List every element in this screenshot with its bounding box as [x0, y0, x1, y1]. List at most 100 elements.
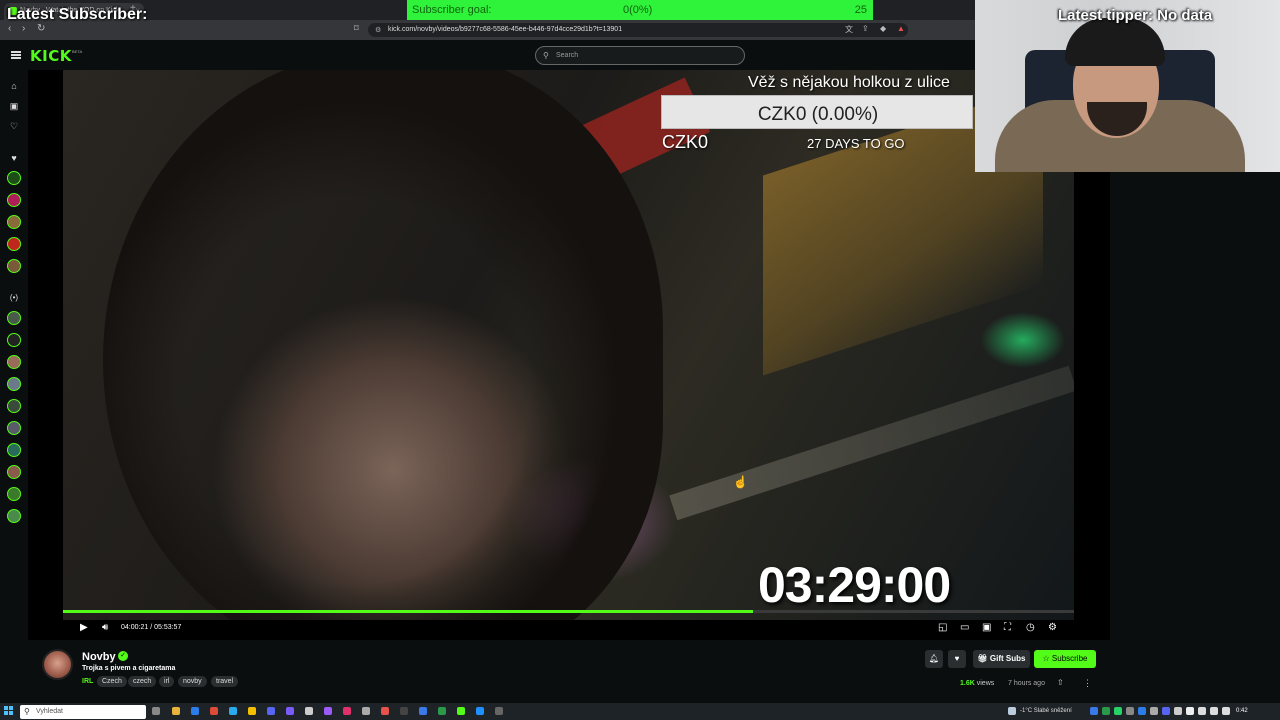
favorites-heart-icon[interactable]: ♥ — [8, 153, 20, 165]
volume-tray-icon[interactable] — [1198, 707, 1206, 715]
tray-icon[interactable] — [1090, 707, 1098, 715]
video-progress-bar[interactable] — [63, 610, 1074, 613]
file-explorer-icon[interactable] — [172, 707, 180, 715]
subscribe-button[interactable]: ☆ Subscribe — [1034, 650, 1096, 668]
share-page-icon[interactable]: ⇪ — [862, 24, 869, 33]
channel-avatar[interactable] — [7, 487, 21, 501]
category-link[interactable]: IRL — [82, 678, 93, 685]
telegram-icon[interactable] — [229, 707, 237, 715]
volume-icon[interactable]: 🔊︎ — [102, 622, 108, 633]
notification-bell-button[interactable]: 🔔︎ — [925, 650, 943, 668]
extension-icon[interactable]: ▲ — [897, 24, 905, 33]
channel-avatar[interactable] — [7, 509, 21, 523]
url-field[interactable]: ⚙ kick.com/novby/videos/b9277c68-5586-45… — [368, 23, 908, 37]
search-icon: ⚲ — [24, 707, 30, 716]
channel-avatar[interactable] — [7, 443, 21, 457]
taskbar-clock[interactable]: 0:42 — [1236, 708, 1248, 714]
weather-icon[interactable] — [1008, 707, 1016, 715]
taskbar-search-input[interactable]: ⚲ Vyhledat — [20, 705, 146, 719]
channel-avatar[interactable] — [7, 193, 21, 207]
bookmark-icon[interactable]: ⌑ — [354, 23, 359, 34]
tray-icon[interactable] — [1102, 707, 1110, 715]
taskbar-app-icon[interactable] — [324, 707, 332, 715]
following-icon[interactable]: ♡ — [8, 121, 20, 133]
miniplayer-icon[interactable]: ◱ — [938, 622, 947, 633]
kick-logo[interactable]: KICK — [30, 47, 72, 65]
translate-icon[interactable]: 文 — [845, 24, 853, 35]
channel-avatar[interactable] — [7, 377, 21, 391]
channel-avatar[interactable] — [7, 259, 21, 273]
tag[interactable]: travel — [211, 676, 239, 687]
streamer-name[interactable]: Novby — [82, 651, 116, 663]
wifi-icon[interactable] — [1186, 707, 1194, 715]
channel-avatar[interactable] — [7, 355, 21, 369]
settings-gear-icon[interactable]: ⚙ — [1048, 622, 1057, 633]
tag[interactable]: czech — [128, 676, 157, 687]
discord-icon[interactable] — [267, 707, 275, 715]
latest-subscriber-overlay: Latest Subscriber: — [7, 6, 148, 23]
play-icon[interactable]: ▶ — [80, 622, 88, 633]
fullscreen-icon[interactable]: ⛶ — [1004, 622, 1011, 633]
tray-icon[interactable] — [1150, 707, 1158, 715]
task-view-icon[interactable] — [152, 707, 160, 715]
tag[interactable]: irl — [159, 676, 175, 687]
channel-avatar[interactable] — [7, 237, 21, 251]
taskbar-weather[interactable]: -1°C Slabé sněžení — [1020, 708, 1072, 714]
reload-icon[interactable]: ↻ — [37, 23, 45, 34]
tray-icon[interactable] — [1222, 707, 1230, 715]
channel-avatar[interactable] — [7, 399, 21, 413]
more-options-icon[interactable]: ⋮ — [1083, 678, 1092, 689]
brave-browser-icon[interactable] — [381, 707, 389, 715]
gift-subs-button[interactable]: 🎁︎ Gift Subs — [973, 650, 1030, 668]
video-frame[interactable] — [63, 70, 1074, 620]
taskbar-app-icon[interactable] — [305, 707, 313, 715]
follow-heart-button[interactable]: ♥ — [948, 650, 966, 668]
home-icon[interactable]: ⌂ — [8, 81, 20, 93]
menu-icon[interactable] — [11, 51, 21, 59]
tag[interactable]: novby — [178, 676, 207, 687]
shield-icon[interactable]: ◆ — [880, 24, 886, 33]
taskbar-app-icon[interactable] — [191, 707, 199, 715]
playback-speed-icon[interactable]: ◷ — [1026, 622, 1035, 633]
channel-avatar[interactable] — [7, 171, 21, 185]
taskbar-app-icon[interactable] — [419, 707, 427, 715]
taskbar-app-icon[interactable] — [362, 707, 370, 715]
pip-icon[interactable]: ▣ — [982, 622, 991, 633]
channel-avatar[interactable] — [7, 311, 21, 325]
channel-avatar[interactable] — [7, 333, 21, 347]
sidebar: ⌂ ▣ ♡ ♥ (•) — [0, 70, 28, 702]
battery-icon[interactable] — [1210, 707, 1218, 715]
video-time: 04:00:21 / 05:53:57 — [121, 624, 182, 631]
site-info-icon[interactable]: ⚙ — [375, 26, 381, 34]
taskbar-app-icon[interactable] — [495, 707, 503, 715]
edge-icon[interactable] — [476, 707, 484, 715]
bluetooth-icon[interactable] — [1138, 707, 1146, 715]
chrome-icon[interactable] — [210, 707, 218, 715]
hand-cursor-icon: ☝ — [733, 475, 748, 489]
taskbar-app-icon[interactable] — [248, 707, 256, 715]
tray-icon[interactable] — [1162, 707, 1170, 715]
share-icon[interactable]: ⇧ — [1057, 678, 1064, 687]
live-channels-icon[interactable]: (•) — [8, 293, 20, 305]
tray-icon[interactable] — [1174, 707, 1182, 715]
back-icon[interactable]: ‹ — [8, 23, 11, 34]
donation-goal-bar: CZK0 (0.00%) — [661, 95, 973, 129]
taskbar-app-icon[interactable] — [400, 707, 408, 715]
taskbar-app-icon[interactable] — [286, 707, 294, 715]
gift-icon: 🎁︎ — [977, 654, 990, 663]
taskbar-app-icon[interactable] — [438, 707, 446, 715]
browse-icon[interactable]: ▣ — [8, 101, 20, 113]
taskbar-app-icon[interactable] — [457, 707, 465, 715]
forward-icon[interactable]: › — [22, 23, 25, 34]
theater-mode-icon[interactable]: ▭ — [960, 622, 969, 633]
channel-avatar[interactable] — [7, 421, 21, 435]
whatsapp-icon[interactable] — [1114, 707, 1122, 715]
tag[interactable]: Czech — [97, 676, 127, 687]
windows-start-icon[interactable] — [4, 706, 14, 716]
tray-icon[interactable] — [1126, 707, 1134, 715]
streamer-avatar[interactable] — [42, 649, 73, 680]
channel-avatar[interactable] — [7, 215, 21, 229]
instagram-icon[interactable] — [343, 707, 351, 715]
channel-avatar[interactable] — [7, 465, 21, 479]
search-input[interactable]: ⚲ Search — [535, 46, 745, 65]
